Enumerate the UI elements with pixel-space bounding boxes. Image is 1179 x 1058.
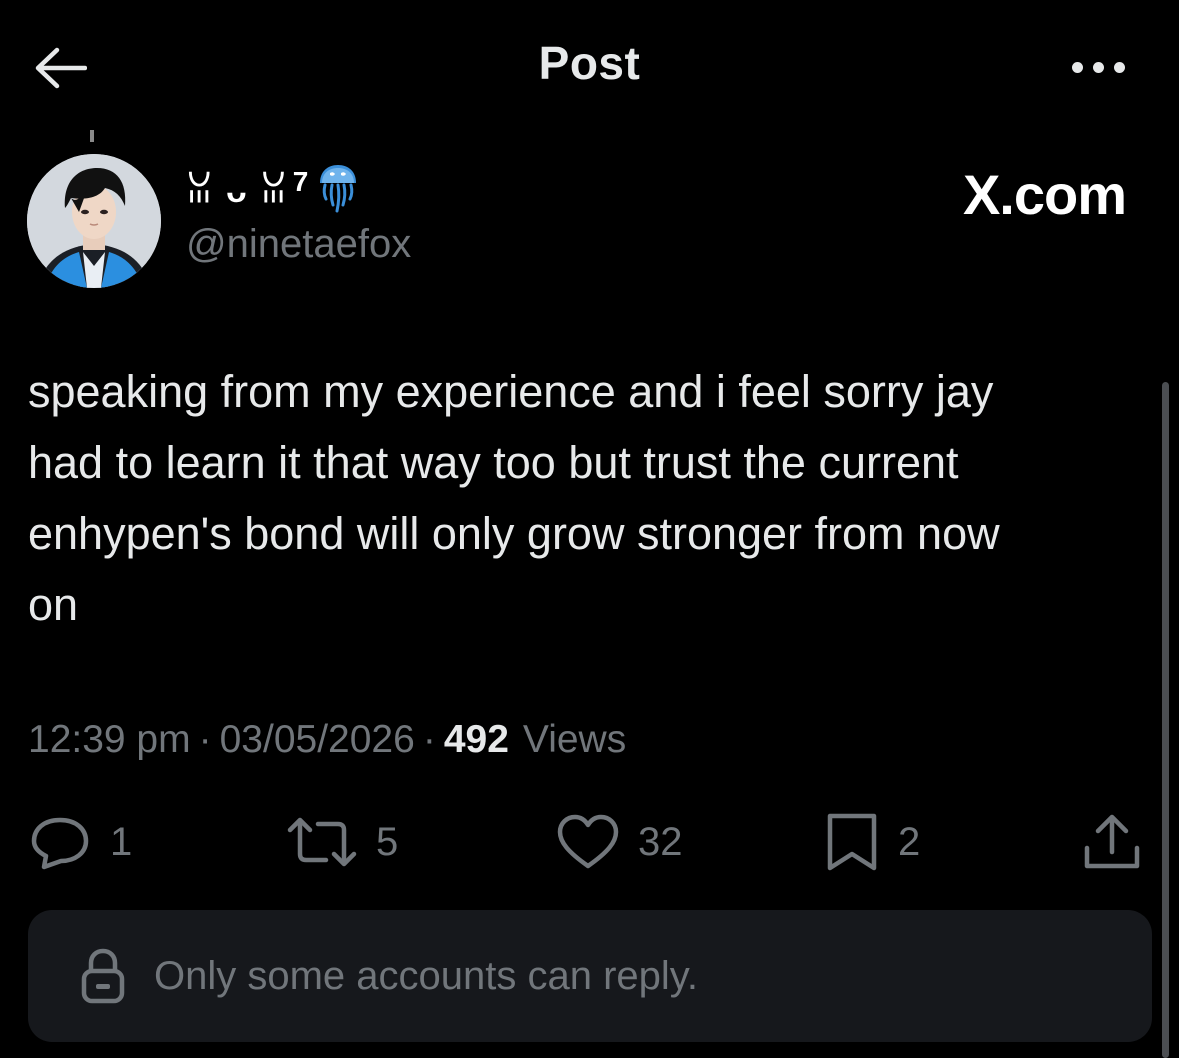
bookmark-button[interactable]: 2 bbox=[824, 810, 920, 874]
jellyfish-icon bbox=[320, 165, 357, 213]
display-name-suffix: 7 bbox=[292, 166, 309, 197]
share-icon bbox=[1084, 814, 1140, 869]
author-handle[interactable]: @ninetaefox bbox=[186, 222, 411, 267]
display-name-text: ꈍ ᴗ ꈍ bbox=[186, 171, 289, 210]
avatar[interactable] bbox=[27, 154, 161, 288]
divider-mark bbox=[90, 130, 94, 142]
reply-count: 1 bbox=[110, 819, 133, 864]
post-text: speaking from my experience and i feel s… bbox=[28, 366, 1000, 630]
more-dot bbox=[1092, 61, 1104, 73]
share-button[interactable] bbox=[1082, 810, 1142, 874]
lock-icon bbox=[81, 948, 125, 1004]
author-display-name[interactable]: ꈍ ᴗ ꈍ 7 bbox=[186, 164, 360, 213]
views-label[interactable]: Views bbox=[523, 718, 626, 762]
page-title: Post bbox=[538, 37, 641, 89]
x-com-watermark: X.com bbox=[962, 163, 1127, 226]
meta-separator: · bbox=[422, 718, 436, 761]
reply-restriction-banner: Only some accounts can reply. bbox=[28, 910, 1152, 1042]
heart-icon bbox=[557, 814, 619, 869]
repost-count: 5 bbox=[376, 819, 399, 864]
bookmark-icon bbox=[827, 813, 877, 871]
like-button[interactable]: 32 bbox=[556, 810, 683, 874]
reply-button[interactable]: 1 bbox=[28, 810, 132, 874]
reply-restriction-text: Only some accounts can reply. bbox=[154, 953, 698, 998]
post-time[interactable]: 12:39 pm bbox=[28, 718, 191, 762]
post-date[interactable]: 03/05/2026 bbox=[220, 718, 415, 762]
meta-separator: · bbox=[198, 718, 212, 761]
views-count[interactable]: 492 bbox=[444, 718, 509, 762]
scrollbar[interactable] bbox=[1162, 382, 1169, 1058]
avatar-image bbox=[27, 154, 161, 288]
more-dot bbox=[1113, 61, 1125, 73]
repost-button[interactable]: 5 bbox=[286, 810, 398, 874]
reply-icon bbox=[31, 817, 89, 870]
more-horizontal-icon bbox=[1071, 61, 1083, 73]
like-count: 32 bbox=[638, 819, 683, 864]
repost-icon bbox=[287, 817, 357, 867]
bookmark-count: 2 bbox=[898, 819, 921, 864]
post-meta: 12:39 pm · 03/05/2026 · 492 Views bbox=[28, 718, 626, 762]
more-options-button[interactable] bbox=[1058, 44, 1138, 90]
